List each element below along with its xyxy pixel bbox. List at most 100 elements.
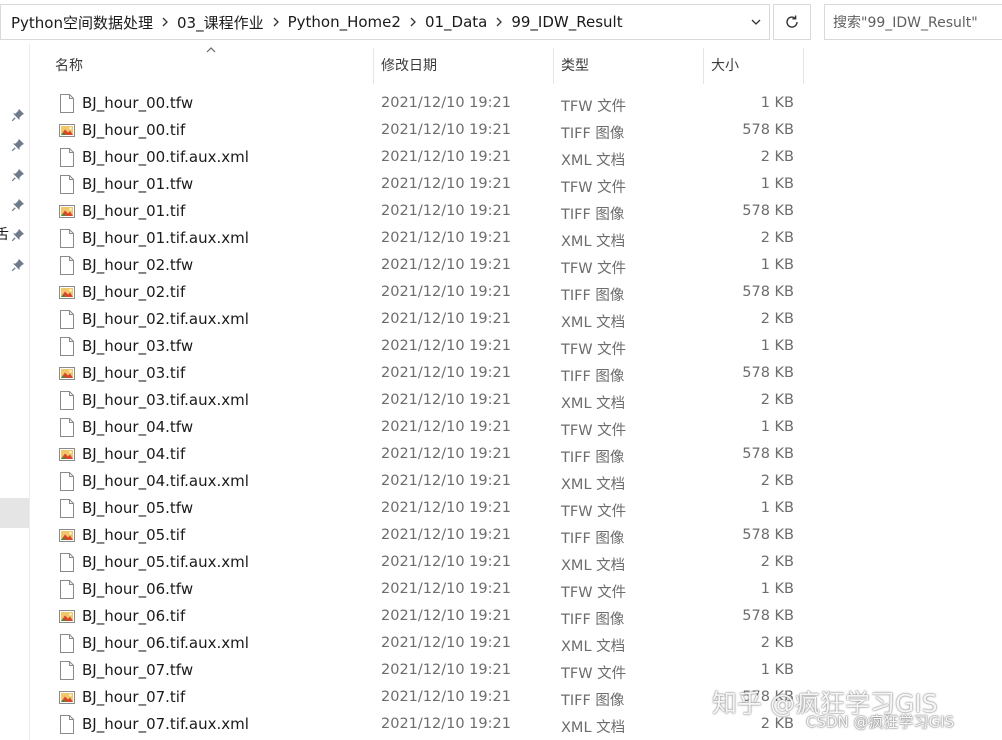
file-type: TIFF 图像 xyxy=(561,288,625,304)
file-type: XML 文档 xyxy=(561,396,626,412)
file-name: BJ_hour_01.tfw xyxy=(82,175,194,193)
file-row[interactable]: BJ_hour_01.tif 2021/12/10 19:21 TIFF 图像 578… xyxy=(0,198,1002,225)
file-size: 2 KB xyxy=(760,230,794,246)
chevron-right-icon[interactable] xyxy=(487,4,511,40)
file-row[interactable]: BJ_hour_04.tif.aux.xml 2021/12/10 19:21 XM… xyxy=(0,468,1002,495)
chevron-right-icon[interactable] xyxy=(264,4,288,40)
file-row[interactable]: BJ_hour_05.tif.aux.xml 2021/12/10 19:21 XM… xyxy=(0,549,1002,576)
column-header-date[interactable]: 修改日期 xyxy=(381,44,553,86)
document-icon xyxy=(59,94,75,113)
document-icon xyxy=(59,229,75,248)
file-type: TFW 文件 xyxy=(561,423,627,439)
file-row[interactable]: BJ_hour_00.tfw 2021/12/10 19:21 TFW 文件 1 KB xyxy=(0,90,1002,117)
column-header-type[interactable]: 类型 xyxy=(561,44,703,86)
image-icon xyxy=(59,688,75,707)
file-type: TIFF 图像 xyxy=(561,207,625,223)
file-row[interactable]: BJ_hour_03.tif 2021/12/10 19:21 TIFF 图像 578… xyxy=(0,360,1002,387)
document-icon xyxy=(59,499,75,518)
file-date: 2021/12/10 19:21 xyxy=(381,392,511,408)
file-row[interactable]: BJ_hour_06.tif 2021/12/10 19:21 TIFF 图像 578… xyxy=(0,603,1002,630)
document-icon xyxy=(59,256,75,275)
document-icon xyxy=(59,661,75,680)
image-icon xyxy=(59,445,75,464)
file-size: 1 KB xyxy=(760,500,794,516)
file-type: TIFF 图像 xyxy=(561,693,625,709)
column-divider[interactable] xyxy=(803,48,804,84)
breadcrumb-item[interactable]: Python_Home2 xyxy=(288,13,401,31)
search-input[interactable]: 搜索"99_IDW_Result" xyxy=(824,4,1002,40)
file-size: 1 KB xyxy=(760,95,794,111)
chevron-right-icon[interactable] xyxy=(401,4,425,40)
file-row[interactable]: BJ_hour_02.tif.aux.xml 2021/12/10 19:21 XM… xyxy=(0,306,1002,333)
column-divider[interactable] xyxy=(553,48,554,84)
document-icon xyxy=(59,580,75,599)
address-bar[interactable]: Python空间数据处理 03_课程作业 Python_Home2 01_Dat… xyxy=(0,4,770,40)
file-row[interactable]: BJ_hour_02.tif 2021/12/10 19:21 TIFF 图像 578… xyxy=(0,279,1002,306)
refresh-icon xyxy=(786,15,798,28)
image-icon xyxy=(59,121,75,140)
file-name: BJ_hour_01.tif xyxy=(82,202,186,220)
file-size: 578 KB xyxy=(742,365,794,381)
file-size: 2 KB xyxy=(760,473,794,489)
sort-ascending-icon xyxy=(206,47,216,53)
file-row[interactable]: BJ_hour_06.tfw 2021/12/10 19:21 TFW 文件 1 KB xyxy=(0,576,1002,603)
file-name: BJ_hour_07.tif xyxy=(82,688,186,706)
file-type: TIFF 图像 xyxy=(561,369,625,385)
file-row[interactable]: BJ_hour_05.tfw 2021/12/10 19:21 TFW 文件 1 KB xyxy=(0,495,1002,522)
column-type-label: 类型 xyxy=(561,58,589,74)
file-row[interactable]: BJ_hour_00.tif.aux.xml 2021/12/10 19:21 XM… xyxy=(0,144,1002,171)
file-date: 2021/12/10 19:21 xyxy=(381,716,511,732)
file-name: BJ_hour_01.tif.aux.xml xyxy=(82,229,249,247)
file-name: BJ_hour_00.tif.aux.xml xyxy=(82,148,249,166)
file-type: TFW 文件 xyxy=(561,180,627,196)
chevron-right-icon[interactable] xyxy=(153,4,177,40)
refresh-button[interactable] xyxy=(773,4,811,40)
file-date: 2021/12/10 19:21 xyxy=(381,122,511,138)
file-row[interactable]: BJ_hour_07.tfw 2021/12/10 19:21 TFW 文件 1 KB xyxy=(0,657,1002,684)
chevron-down-icon[interactable] xyxy=(743,5,769,39)
file-date: 2021/12/10 19:21 xyxy=(381,230,511,246)
file-type: TFW 文件 xyxy=(561,666,627,682)
file-row[interactable]: BJ_hour_06.tif.aux.xml 2021/12/10 19:21 XM… xyxy=(0,630,1002,657)
file-row[interactable]: BJ_hour_03.tif.aux.xml 2021/12/10 19:21 XM… xyxy=(0,387,1002,414)
column-header-size[interactable]: 大小 xyxy=(711,44,803,86)
file-row[interactable]: BJ_hour_01.tfw 2021/12/10 19:21 TFW 文件 1 KB xyxy=(0,171,1002,198)
column-divider[interactable] xyxy=(703,48,704,84)
file-date: 2021/12/10 19:21 xyxy=(381,176,511,192)
file-name: BJ_hour_00.tif xyxy=(82,121,186,139)
file-name: BJ_hour_05.tif xyxy=(82,526,186,544)
document-icon xyxy=(59,715,75,734)
file-size: 2 KB xyxy=(760,149,794,165)
file-name: BJ_hour_06.tfw xyxy=(82,580,194,598)
file-row[interactable]: BJ_hour_04.tif 2021/12/10 19:21 TIFF 图像 578… xyxy=(0,441,1002,468)
file-date: 2021/12/10 19:21 xyxy=(381,554,511,570)
file-type: TFW 文件 xyxy=(561,342,627,358)
column-divider[interactable] xyxy=(373,48,374,84)
file-size: 578 KB xyxy=(742,284,794,300)
file-row[interactable]: BJ_hour_03.tfw 2021/12/10 19:21 TFW 文件 1 KB xyxy=(0,333,1002,360)
image-icon xyxy=(59,526,75,545)
file-date: 2021/12/10 19:21 xyxy=(381,149,511,165)
breadcrumb-item[interactable]: 03_课程作业 xyxy=(177,12,264,33)
document-icon xyxy=(59,148,75,167)
file-size: 578 KB xyxy=(742,527,794,543)
file-size: 1 KB xyxy=(760,257,794,273)
file-name: BJ_hour_03.tfw xyxy=(82,337,194,355)
file-row[interactable]: BJ_hour_05.tif 2021/12/10 19:21 TIFF 图像 578… xyxy=(0,522,1002,549)
file-row[interactable]: BJ_hour_00.tif 2021/12/10 19:21 TIFF 图像 578… xyxy=(0,117,1002,144)
file-type: XML 文档 xyxy=(561,315,626,331)
breadcrumb-item[interactable]: Python空间数据处理 xyxy=(11,12,153,33)
file-name: BJ_hour_02.tfw xyxy=(82,256,194,274)
file-name: BJ_hour_03.tif.aux.xml xyxy=(82,391,249,409)
file-row[interactable]: BJ_hour_02.tfw 2021/12/10 19:21 TFW 文件 1 KB xyxy=(0,252,1002,279)
file-date: 2021/12/10 19:21 xyxy=(381,581,511,597)
breadcrumb-item[interactable]: 01_Data xyxy=(425,13,487,31)
file-date: 2021/12/10 19:21 xyxy=(381,662,511,678)
document-icon xyxy=(59,472,75,491)
file-size: 1 KB xyxy=(760,419,794,435)
file-row[interactable]: BJ_hour_04.tfw 2021/12/10 19:21 TFW 文件 1 KB xyxy=(0,414,1002,441)
breadcrumb-item[interactable]: 99_IDW_Result xyxy=(511,13,622,31)
file-row[interactable]: BJ_hour_01.tif.aux.xml 2021/12/10 19:21 XM… xyxy=(0,225,1002,252)
file-size: 578 KB xyxy=(742,122,794,138)
file-date: 2021/12/10 19:21 xyxy=(381,203,511,219)
